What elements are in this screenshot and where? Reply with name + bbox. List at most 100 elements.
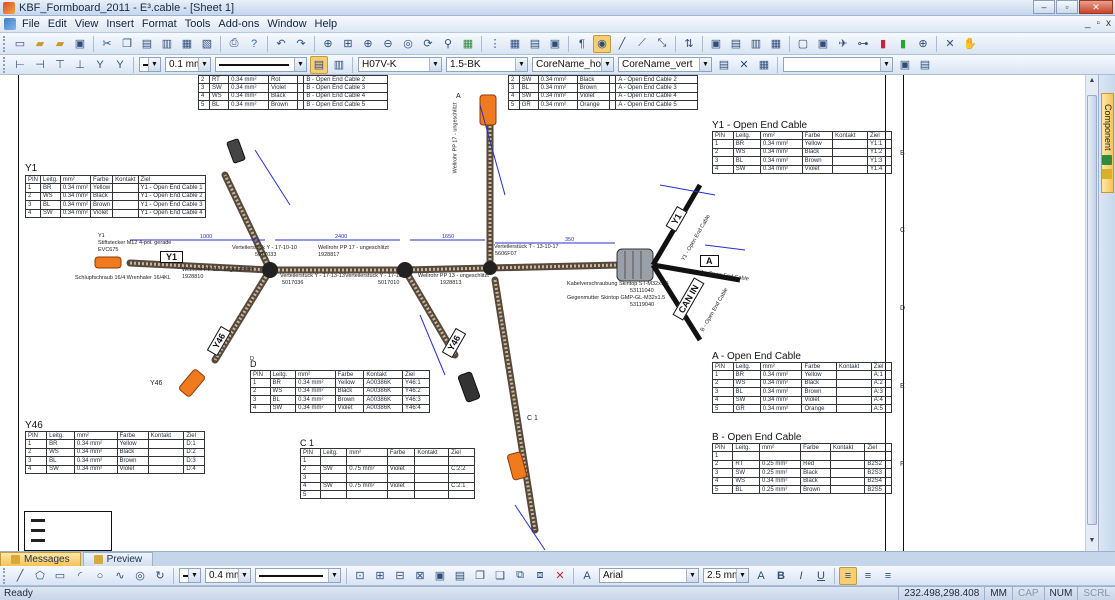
delete-icon[interactable]: ▧ <box>198 35 216 53</box>
paragraph-icon[interactable]: ¶ <box>573 35 591 53</box>
core-name-vertical-combo[interactable]: CoreName_vert ▼ <box>618 57 712 72</box>
menu-file[interactable]: File <box>22 18 48 30</box>
tab-messages[interactable]: Messages <box>0 552 81 566</box>
bold-icon[interactable]: B <box>772 567 790 585</box>
line-width-combo[interactable]: 0.4 mm ▼ <box>205 568 251 583</box>
mirror-icon[interactable]: ⧉ <box>511 567 529 585</box>
menu-tools[interactable]: Tools <box>185 18 219 30</box>
wire-icon[interactable]: ✈ <box>834 35 852 53</box>
dropdown-arrow-icon[interactable]: ▼ <box>148 58 160 71</box>
flip-icon[interactable]: ⧈ <box>531 567 549 585</box>
draw-arc-icon[interactable]: ◜ <box>71 567 89 585</box>
font-size-combo[interactable]: 2.5 mm ▼ <box>703 568 749 583</box>
dropdown-arrow-icon[interactable]: ▼ <box>294 58 306 71</box>
bundle-join-icon[interactable]: ⊥ <box>71 56 89 74</box>
menu-insert[interactable]: Insert <box>106 18 142 30</box>
minimize-button[interactable]: – <box>1033 0 1055 14</box>
cable-section-combo[interactable]: 1.5-BK ▼ <box>446 57 528 72</box>
zoom-previous-icon[interactable]: ◎ <box>399 35 417 53</box>
text-icon[interactable]: A <box>578 567 596 585</box>
draw-line-icon[interactable]: ╱ <box>613 35 631 53</box>
toolbar-grip[interactable] <box>3 567 7 584</box>
grid-icon[interactable]: ⋮ <box>486 35 504 53</box>
sheet-previous-icon[interactable]: ▥ <box>747 35 765 53</box>
mdi-restore-button[interactable]: ▫ <box>1096 18 1100 29</box>
core-name-horizontal-combo[interactable]: CoreName_hori ▼ <box>532 57 614 72</box>
new-file-icon[interactable]: ▭ <box>11 35 29 53</box>
cable-type-combo[interactable]: H07V-K ▼ <box>358 57 442 72</box>
formboard-icon[interactable]: ▣ <box>814 35 832 53</box>
panel-icon-yellow[interactable] <box>1102 169 1112 179</box>
zoom-fit-icon[interactable]: ⊞ <box>339 35 357 53</box>
connect-icon[interactable]: ⇅ <box>680 35 698 53</box>
fork-alt-icon[interactable]: Y <box>111 56 129 74</box>
mdi-minimize-button[interactable]: _ <box>1085 18 1091 29</box>
draw-curve-icon[interactable]: ∿ <box>111 567 129 585</box>
sheet-next-icon[interactable]: ▦ <box>767 35 785 53</box>
connector-label-y1[interactable]: Y1 <box>160 251 184 263</box>
component-icon[interactable]: ▢ <box>794 35 812 53</box>
zoom-in-icon[interactable]: ⊕ <box>359 35 377 53</box>
scroll-up-icon[interactable]: ▲ <box>1086 77 1098 89</box>
menu-view[interactable]: View <box>75 18 107 30</box>
attribute-icon[interactable]: ▦ <box>459 35 477 53</box>
sheet-list-icon[interactable]: ▤ <box>727 35 745 53</box>
dropdown-arrow-icon[interactable]: ▼ <box>238 569 250 582</box>
cut-icon[interactable]: ✂ <box>98 35 116 53</box>
document-icon[interactable] <box>4 18 16 30</box>
bundle-icon[interactable]: ⊢ <box>11 56 29 74</box>
dropdown-arrow-icon[interactable]: ▼ <box>686 569 698 582</box>
rotate-icon[interactable]: ↻ <box>151 567 169 585</box>
filter-settings-icon[interactable]: ▤ <box>916 56 934 74</box>
group-icon[interactable]: ⊡ <box>351 567 369 585</box>
print-icon[interactable]: ⎙ <box>225 35 243 53</box>
dropdown-arrow-icon[interactable]: ▼ <box>515 58 527 71</box>
open-folder-icon[interactable]: ▰ <box>31 35 49 53</box>
send-back-icon[interactable]: ▤ <box>451 567 469 585</box>
drawing-canvas[interactable]: B C D E F 2 RT 0.34 mm² Rot B - Open End… <box>0 75 1098 551</box>
menu-add-ons[interactable]: Add-ons <box>218 18 267 30</box>
scroll-down-icon[interactable]: ▼ <box>1086 537 1098 549</box>
menu-format[interactable]: Format <box>142 18 185 30</box>
attribute-filter-combo[interactable]: ▼ <box>783 57 893 72</box>
dropdown-arrow-icon[interactable]: ▼ <box>429 58 441 71</box>
draw-polygon-icon[interactable]: ⬠ <box>31 567 49 585</box>
duplicate-icon[interactable]: ❏ <box>491 567 509 585</box>
close-button[interactable]: ✕ <box>1079 0 1113 14</box>
copy-icon[interactable]: ❐ <box>118 35 136 53</box>
toolbar-grip[interactable] <box>3 56 7 73</box>
draw-spiral-icon[interactable]: ◎ <box>131 567 149 585</box>
zoom-out-icon[interactable]: ⊖ <box>379 35 397 53</box>
copy-object-icon[interactable]: ❐ <box>471 567 489 585</box>
underline-icon[interactable]: U <box>812 567 830 585</box>
arrange-icon[interactable]: ▥ <box>330 56 348 74</box>
align-text-center-icon[interactable]: ≡ <box>859 567 877 585</box>
italic-icon[interactable]: I <box>792 567 810 585</box>
close-x-icon[interactable]: ✕ <box>941 35 959 53</box>
panel-icon-green[interactable] <box>1102 155 1112 165</box>
mdi-close-button[interactable]: x <box>1106 18 1111 29</box>
ungroup-icon[interactable]: ⊞ <box>371 567 389 585</box>
restore-button[interactable]: ▫ <box>1056 0 1078 14</box>
vertical-scrollbar[interactable]: ▲ ▼ <box>1085 75 1098 551</box>
dropdown-arrow-icon[interactable]: ▼ <box>601 58 613 71</box>
delete-object-icon[interactable]: ✕ <box>551 567 569 585</box>
redraw-icon[interactable]: ⟳ <box>419 35 437 53</box>
sheet-icon[interactable]: ▣ <box>707 35 725 53</box>
bring-front-icon[interactable]: ▣ <box>431 567 449 585</box>
select-mode-icon[interactable]: ◉ <box>593 34 611 53</box>
properties-icon[interactable]: ▣ <box>546 35 564 53</box>
layers-icon[interactable]: ▤ <box>526 35 544 53</box>
zoom-window-icon[interactable]: ⊕ <box>319 35 337 53</box>
stop-red-icon[interactable]: ▮ <box>874 35 892 53</box>
dropdown-arrow-icon[interactable]: ▼ <box>880 58 892 71</box>
redo-icon[interactable]: ↷ <box>292 35 310 53</box>
align-text-right-icon[interactable]: ≡ <box>879 567 897 585</box>
save-icon[interactable]: ▣ <box>71 35 89 53</box>
menu-edit[interactable]: Edit <box>48 18 75 30</box>
align-icon[interactable]: ▤ <box>715 56 733 74</box>
go-green-icon[interactable]: ▮ <box>894 35 912 53</box>
copy-format-icon[interactable]: ▦ <box>178 35 196 53</box>
snap-icon[interactable]: ▦ <box>506 35 524 53</box>
scroll-thumb[interactable] <box>1087 95 1097 525</box>
